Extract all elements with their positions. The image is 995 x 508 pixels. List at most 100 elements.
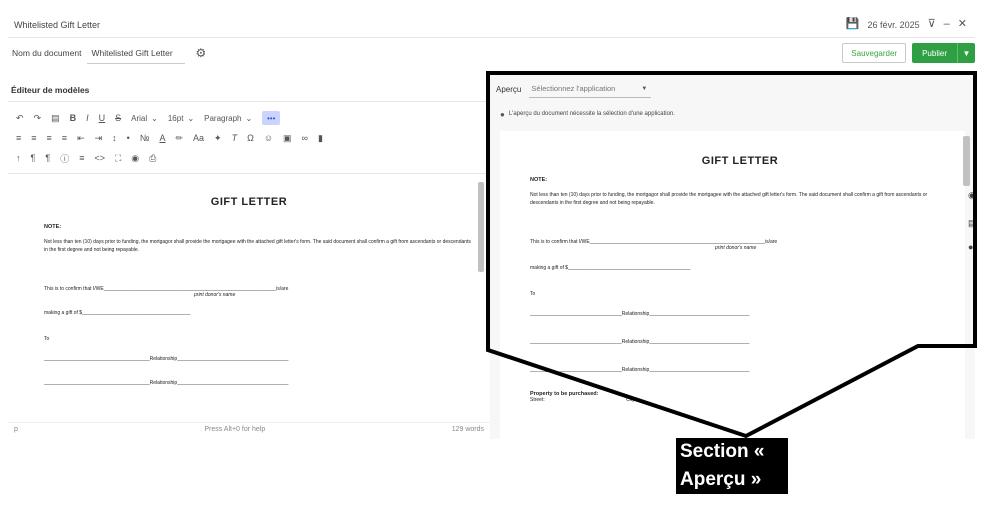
- relationship-line-1: ______________________________________Re…: [44, 356, 289, 362]
- toolbar-row-1: ↶ ↷ ▤ B I U S Arial ⌄ 16pt ⌄ Paragraph ⌄ ••…: [16, 108, 490, 128]
- toolbar-row-3: ↑ ¶ ¶ ⓘ ≡ <> ⛶ ◉ ⎙: [16, 148, 490, 168]
- align-center-icon[interactable]: ≡: [31, 133, 36, 143]
- preview-relationship-line-1: _________________________________Relatio…: [530, 311, 750, 317]
- more-options-button[interactable]: •••: [262, 111, 281, 125]
- font-size-select[interactable]: 16pt ⌄: [168, 114, 194, 123]
- preview-note-label: NOTE:: [530, 177, 548, 183]
- numbered-list-icon[interactable]: №: [140, 133, 150, 143]
- application-select[interactable]: Sélectionnez l'application ▼: [529, 80, 652, 98]
- publish-button[interactable]: Publier: [912, 43, 957, 63]
- save-button[interactable]: Sauvegarder: [842, 43, 907, 63]
- panel-icon[interactable]: ▤: [968, 218, 978, 228]
- align-icon[interactable]: ≡: [79, 153, 84, 163]
- fullscreen-icon[interactable]: ⛶: [115, 153, 121, 164]
- clear-format-icon[interactable]: T: [232, 133, 238, 143]
- template-editor-header: Éditeur de modèles: [8, 78, 490, 102]
- document-name-label: Nom du document: [12, 48, 82, 58]
- preview-eye-icon[interactable]: ◉: [131, 153, 139, 164]
- bold-icon[interactable]: B: [70, 113, 77, 123]
- save-icon[interactable]: 💾: [846, 19, 860, 30]
- word-count[interactable]: 129 words: [452, 426, 484, 433]
- print-icon[interactable]: ⎙: [149, 153, 156, 164]
- outdent-icon[interactable]: ⇤: [77, 133, 85, 144]
- preview-info: ● L'aperçu du document nécessite la séle…: [490, 105, 975, 123]
- chevron-down-icon[interactable]: ▼: [957, 43, 975, 63]
- pin-icon[interactable]: ⊽: [928, 19, 936, 30]
- template-editor-pane: Éditeur de modèles ↶ ↷ ▤ B I U S Arial ⌄ …: [8, 78, 490, 436]
- align-justify-icon[interactable]: ≡: [62, 133, 67, 143]
- special-char-icon[interactable]: Ω: [247, 133, 254, 143]
- font-case-icon[interactable]: Aa: [193, 133, 204, 143]
- gift-line: making a gift of $______________________…: [44, 310, 191, 316]
- paint-format-icon[interactable]: ✦: [214, 133, 222, 144]
- to-label: To: [44, 336, 50, 342]
- editor-canvas[interactable]: GIFT LETTER NOTE: Not less than ten (10)…: [8, 176, 490, 422]
- bullet-list-icon[interactable]: •: [127, 133, 130, 143]
- preview-relationship-line-2: _________________________________Relatio…: [530, 339, 750, 345]
- preview-pane: Aperçu Sélectionnez l'application ▼ ● L'…: [490, 73, 975, 439]
- toolbar-row-2: ≡ ≡ ≡ ≡ ⇤ ⇥ ↕ • № A ✏ Aa ✦ T Ω ☺ ▣ ∞ ▮: [16, 128, 490, 148]
- relationship-line-2: ______________________________________Re…: [44, 380, 289, 386]
- gear-icon[interactable]: ⚙: [195, 46, 206, 60]
- underline-icon[interactable]: U: [99, 113, 106, 123]
- line-height-icon[interactable]: ↕: [112, 133, 117, 143]
- preview-relationship-line-3: _________________________________Relatio…: [530, 367, 750, 373]
- preview-note-paragraph: Not less than ten (10) days prior to fun…: [530, 192, 928, 206]
- preview-scrollbar[interactable]: [963, 128, 971, 438]
- preview-document: GIFT LETTER NOTE: Not less than ten (10)…: [500, 131, 965, 439]
- chevron-down-icon: ▼: [641, 85, 648, 92]
- document-name-field[interactable]: Whitelisted Gift Letter: [87, 42, 186, 64]
- emoji-icon[interactable]: ☺: [264, 133, 273, 143]
- note-label: NOTE:: [44, 224, 62, 230]
- preview-gift-line: making a gift of $______________________…: [530, 265, 691, 271]
- side-icons: ◉ ▤ ●: [968, 190, 982, 260]
- rtl-icon[interactable]: ¶: [31, 153, 36, 163]
- street-city-line: Street: City:: [530, 397, 637, 403]
- text-color-icon[interactable]: A: [159, 133, 165, 143]
- italic-icon[interactable]: I: [86, 113, 89, 123]
- align-left-icon[interactable]: ≡: [16, 133, 21, 143]
- block-format-select[interactable]: Paragraph ⌄: [204, 114, 252, 123]
- help-icon[interactable]: ⓘ: [60, 152, 69, 165]
- close-icon[interactable]: ✕: [958, 19, 967, 30]
- undo-icon[interactable]: ↶: [16, 113, 24, 124]
- preview-label: Aperçu: [496, 84, 522, 94]
- title-bar: Whitelisted Gift Letter 💾 26 févr. 2025 …: [8, 12, 975, 38]
- table-icon[interactable]: ▤: [51, 113, 60, 124]
- bookmark-icon[interactable]: ▮: [318, 133, 323, 144]
- document-row: Nom du document Whitelisted Gift Letter …: [8, 38, 975, 68]
- indent-icon[interactable]: ⇥: [95, 133, 103, 144]
- editor-document: GIFT LETTER NOTE: Not less than ten (10)…: [44, 176, 474, 386]
- strikethrough-icon[interactable]: S: [115, 113, 121, 123]
- info-icon: ●: [500, 109, 505, 119]
- link-icon[interactable]: ∞: [302, 133, 308, 143]
- preview-donor-caption: print donor's name: [715, 245, 757, 251]
- ltr-icon[interactable]: ↑: [16, 153, 21, 163]
- title-bar-right: 💾 26 févr. 2025 ⊽ – ✕: [846, 19, 967, 30]
- preview-scroll-thumb[interactable]: [963, 136, 970, 186]
- note-paragraph: Not less than ten (10) days prior to fun…: [44, 239, 471, 253]
- donor-caption: print donor's name: [194, 292, 236, 298]
- preview-header: Aperçu Sélectionnez l'application ▼: [490, 73, 975, 105]
- preview-info-text: L'aperçu du document nécessite la sélect…: [508, 111, 675, 117]
- align-right-icon[interactable]: ≡: [47, 133, 52, 143]
- preview-title: GIFT LETTER: [701, 155, 779, 167]
- show-blocks-icon[interactable]: ¶: [45, 153, 50, 163]
- editor-scroll-thumb[interactable]: [478, 182, 484, 272]
- preview-to-label: To: [530, 291, 536, 297]
- highlight-color-icon[interactable]: ✏: [175, 133, 183, 144]
- eye-icon[interactable]: ◉: [968, 190, 978, 200]
- redo-icon[interactable]: ↷: [34, 113, 42, 124]
- image-icon[interactable]: ▣: [283, 133, 292, 144]
- editor-toolbar: ↶ ↷ ▤ B I U S Arial ⌄ 16pt ⌄ Paragraph ⌄ ••…: [8, 102, 490, 174]
- editor-scrollbar[interactable]: [478, 176, 484, 422]
- dot-icon[interactable]: ●: [968, 242, 978, 252]
- font-select[interactable]: Arial ⌄: [131, 114, 158, 123]
- code-icon[interactable]: <>: [94, 153, 105, 163]
- publish-button-group: Publier ▼: [912, 43, 975, 63]
- help-hint: Press Alt+0 for help: [204, 426, 266, 433]
- preview-document-content: GIFT LETTER NOTE: Not less than ten (10)…: [530, 131, 950, 403]
- minimize-icon[interactable]: –: [944, 19, 950, 30]
- date-label: 26 févr. 2025: [867, 19, 920, 30]
- annotation-callout: Section « Aperçu »: [676, 438, 788, 494]
